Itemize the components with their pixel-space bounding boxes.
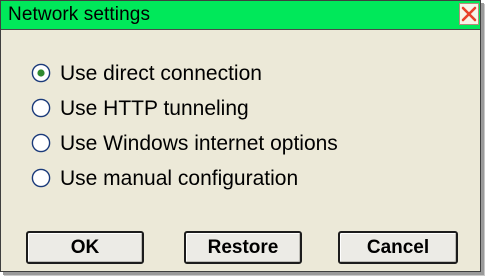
network-settings-dialog: Network settings Use direct connection U…: [0, 0, 481, 272]
radio-button[interactable]: [31, 168, 51, 188]
radio-unselected-icon: [31, 168, 51, 188]
option-http-tunneling[interactable]: Use HTTP tunneling: [31, 96, 338, 131]
ok-button[interactable]: OK: [26, 231, 144, 264]
radio-dot: [37, 69, 45, 77]
radio-button[interactable]: [31, 63, 51, 83]
radio-selected-icon: [31, 63, 51, 83]
option-label: Use Windows internet options: [60, 132, 338, 155]
radio-unselected-icon: [31, 133, 51, 153]
close-x-icon: [461, 6, 477, 22]
cancel-button[interactable]: Cancel: [338, 231, 458, 264]
option-label: Use manual configuration: [60, 167, 299, 190]
radio-unselected-icon: [31, 98, 51, 118]
option-direct-connection[interactable]: Use direct connection: [31, 61, 338, 96]
option-label: Use HTTP tunneling: [60, 97, 249, 120]
option-windows-internet-options[interactable]: Use Windows internet options: [31, 131, 338, 166]
connection-options-group: Use direct connection Use HTTP tunneling…: [31, 61, 338, 201]
dialog-titlebar[interactable]: Network settings: [1, 1, 480, 30]
radio-button[interactable]: [31, 133, 51, 153]
option-label: Use direct connection: [60, 62, 262, 85]
restore-button[interactable]: Restore: [184, 231, 302, 264]
close-button[interactable]: [459, 3, 479, 25]
dialog-title: Network settings: [8, 4, 151, 25]
radio-button[interactable]: [31, 98, 51, 118]
option-manual-configuration[interactable]: Use manual configuration: [31, 166, 338, 201]
